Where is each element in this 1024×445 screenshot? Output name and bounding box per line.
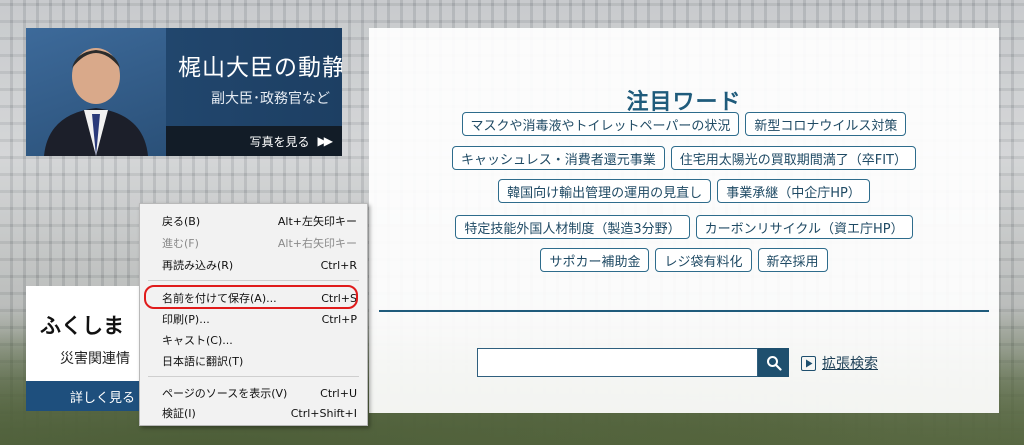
save-as-highlight-annotation	[144, 285, 358, 309]
menu-item-print[interactable]: 印刷(P)... Ctrl+P	[140, 309, 367, 329]
search-button[interactable]	[758, 348, 789, 377]
menu-item-translate[interactable]: 日本語に翻訳(T)	[140, 351, 367, 371]
keyword-tag[interactable]: 韓国向け輸出管理の運用の見直し	[498, 179, 712, 203]
banner-subtitle: 副大臣･政務官など	[211, 91, 330, 107]
keyword-tag[interactable]: 新卒採用	[757, 248, 828, 272]
context-menu: 戻る(B) Alt+左矢印キー 進む(F) Alt+右矢印キー 再読み込み(R)…	[139, 203, 368, 426]
menu-item-inspect[interactable]: 検証(I) Ctrl+Shift+I	[140, 403, 367, 423]
double-chevron-right-icon: ▶▶	[317, 134, 334, 148]
minister-photo	[26, 28, 166, 156]
keyword-tag[interactable]: マスクや消毒液やトイレットペーパーの状況	[461, 112, 740, 136]
menu-item-cast[interactable]: キャスト(C)...	[140, 330, 367, 350]
search-icon	[766, 355, 782, 371]
menu-separator	[148, 280, 359, 281]
keyword-tag[interactable]: サポカー補助金	[540, 248, 650, 272]
keyword-tag[interactable]: キャッシュレス・消費者還元事業	[451, 146, 665, 170]
search-input[interactable]	[477, 348, 758, 377]
banner-title: 梶山大臣の動静	[178, 55, 342, 81]
keyword-tag[interactable]: レジ袋有料化	[655, 248, 752, 272]
view-photos-button[interactable]: 写真を見る ▶▶	[166, 126, 342, 156]
keyword-tag[interactable]: 特定技能外国人材制度（製造3分野）	[455, 215, 690, 239]
menu-item-forward[interactable]: 進む(F) Alt+右矢印キー	[140, 233, 367, 253]
menu-item-back[interactable]: 戻る(B) Alt+左矢印キー	[140, 211, 367, 231]
keyword-row: キャッシュレス・消費者還元事業 住宅用太陽光の買取期間満了（卒FIT）	[369, 146, 999, 170]
keyword-row: マスクや消毒液やトイレットペーパーの状況 新型コロナウイルス対策	[369, 112, 999, 136]
fukushima-title: ふくしま	[40, 314, 124, 338]
keyword-tag[interactable]: カーボンリサイクル（資エ庁HP）	[695, 215, 913, 239]
view-photos-label: 写真を見る	[249, 134, 310, 149]
keyword-row: 韓国向け輸出管理の運用の見直し 事業承継（中企庁HP）	[369, 179, 999, 203]
menu-separator	[148, 376, 359, 377]
play-icon	[801, 355, 816, 371]
fukushima-details-label: 詳しく見る	[70, 390, 136, 406]
fukushima-subtitle: 災害関連情	[60, 351, 130, 367]
keyword-tag[interactable]: 住宅用太陽光の買取期間満了（卒FIT）	[670, 146, 916, 170]
menu-item-reload[interactable]: 再読み込み(R) Ctrl+R	[140, 255, 367, 275]
minister-banner[interactable]: 梶山大臣の動静 副大臣･政務官など 写真を見る ▶▶	[26, 28, 342, 156]
advanced-search-label: 拡張検索	[822, 356, 878, 372]
keyword-row: サポカー補助金 レジ袋有料化 新卒採用	[369, 248, 999, 272]
advanced-search-link[interactable]: 拡張検索	[801, 353, 878, 373]
keyword-tag[interactable]: 新型コロナウイルス対策	[745, 112, 907, 136]
featured-keywords-panel: 注目ワード マスクや消毒液やトイレットペーパーの状況 新型コロナウイルス対策 キ…	[369, 28, 999, 413]
keyword-row: 特定技能外国人材制度（製造3分野） カーボンリサイクル（資エ庁HP）	[369, 215, 999, 239]
keyword-tag[interactable]: 事業承継（中企庁HP）	[717, 179, 870, 203]
menu-item-view-source[interactable]: ページのソースを表示(V) Ctrl+U	[140, 383, 367, 403]
divider	[379, 310, 989, 312]
